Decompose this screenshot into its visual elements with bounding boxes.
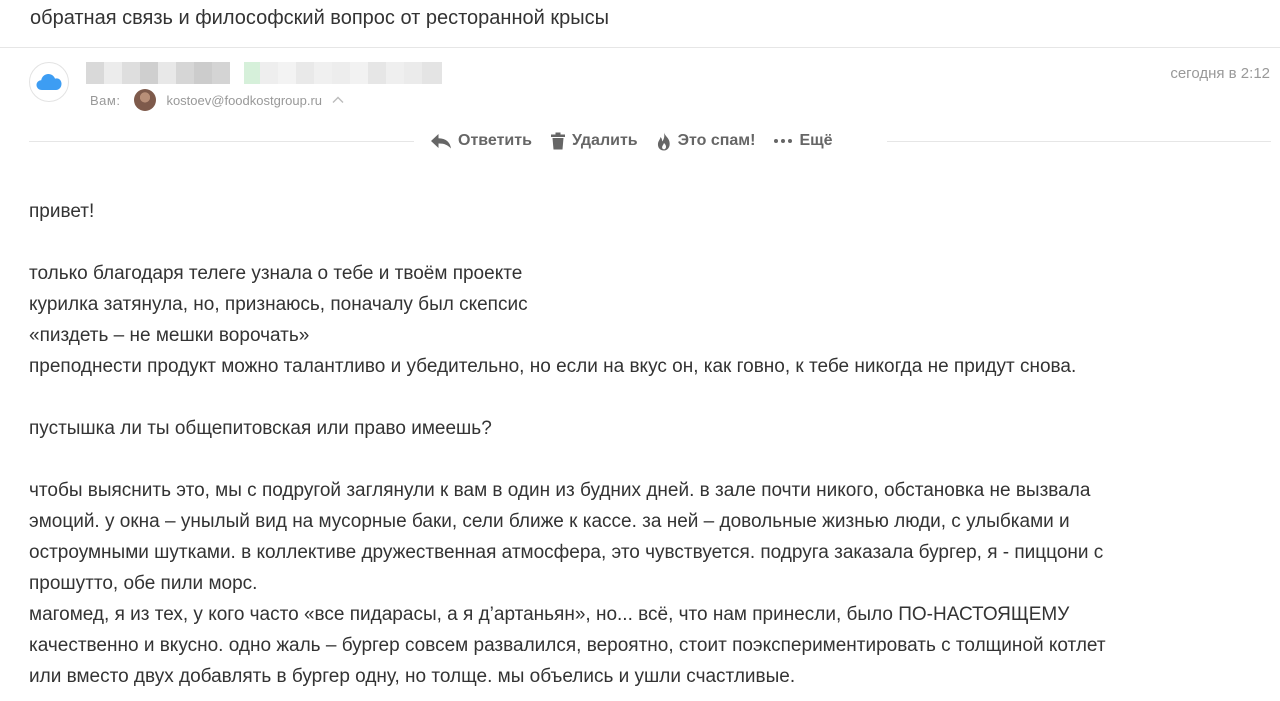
more-label: Ещё xyxy=(799,132,833,149)
email-date: сегодня в 2:12 xyxy=(1170,65,1270,82)
recipient-avatar xyxy=(134,89,157,111)
body-line: преподнести продукт можно талантливо и у… xyxy=(29,356,1077,377)
sender-avatar[interactable] xyxy=(29,62,69,102)
fire-icon xyxy=(657,132,670,150)
email-body: привет! только благодаря телеге узнала о… xyxy=(29,196,1269,692)
reply-button[interactable]: Ответить xyxy=(430,132,532,150)
more-dots-icon xyxy=(774,139,793,143)
reply-label: Ответить xyxy=(458,132,532,149)
chevron-up-icon[interactable] xyxy=(332,96,344,104)
toolbar-divider-left xyxy=(29,141,414,142)
more-button[interactable]: Ещё xyxy=(773,132,833,150)
body-line: магомед, я из тех, у кого часто «все пид… xyxy=(29,604,1070,625)
body-line: курилка затянула, но, признаюсь, поначал… xyxy=(29,294,528,315)
sender-name-redacted xyxy=(86,62,448,84)
body-greeting: привет! xyxy=(29,201,95,222)
recipient-label: Вам: xyxy=(90,92,121,108)
email-subject: обратная связь и философский вопрос от р… xyxy=(30,7,609,29)
message-toolbar: Ответить Удалить Это спам! Ещё xyxy=(430,129,833,153)
trash-icon xyxy=(550,132,565,150)
body-line: эмоций. у окна – унылый вид на мусорные … xyxy=(29,511,1070,532)
recipient-row: Вам: kostoev@foodkostgroup.ru xyxy=(90,89,344,111)
subject-divider xyxy=(0,47,1280,48)
recipient-email[interactable]: kostoev@foodkostgroup.ru xyxy=(166,93,322,108)
body-line: только благодаря телеге узнала о тебе и … xyxy=(29,263,523,284)
body-line: прошутто, обе пили морс. xyxy=(29,573,258,594)
delete-button[interactable]: Удалить xyxy=(550,132,638,150)
body-line: «пиздеть – не мешки ворочать» xyxy=(29,325,310,346)
body-line: чтобы выяснить это, мы с подругой заглян… xyxy=(29,480,1091,501)
body-line: или вместо двух добавлять в бургер одну,… xyxy=(29,666,796,687)
icloud-icon xyxy=(36,74,62,90)
body-line: остроумными шутками. в коллективе дружес… xyxy=(29,542,1104,563)
spam-label: Это спам! xyxy=(677,132,756,149)
delete-label: Удалить xyxy=(571,132,638,149)
body-question: пустышка ли ты общепитовская или право и… xyxy=(29,418,492,439)
spam-button[interactable]: Это спам! xyxy=(656,132,756,151)
toolbar-divider-right xyxy=(887,141,1271,142)
reply-arrow-icon xyxy=(431,134,451,149)
body-line: качественно и вкусно. одно жаль – бургер… xyxy=(29,635,1106,656)
